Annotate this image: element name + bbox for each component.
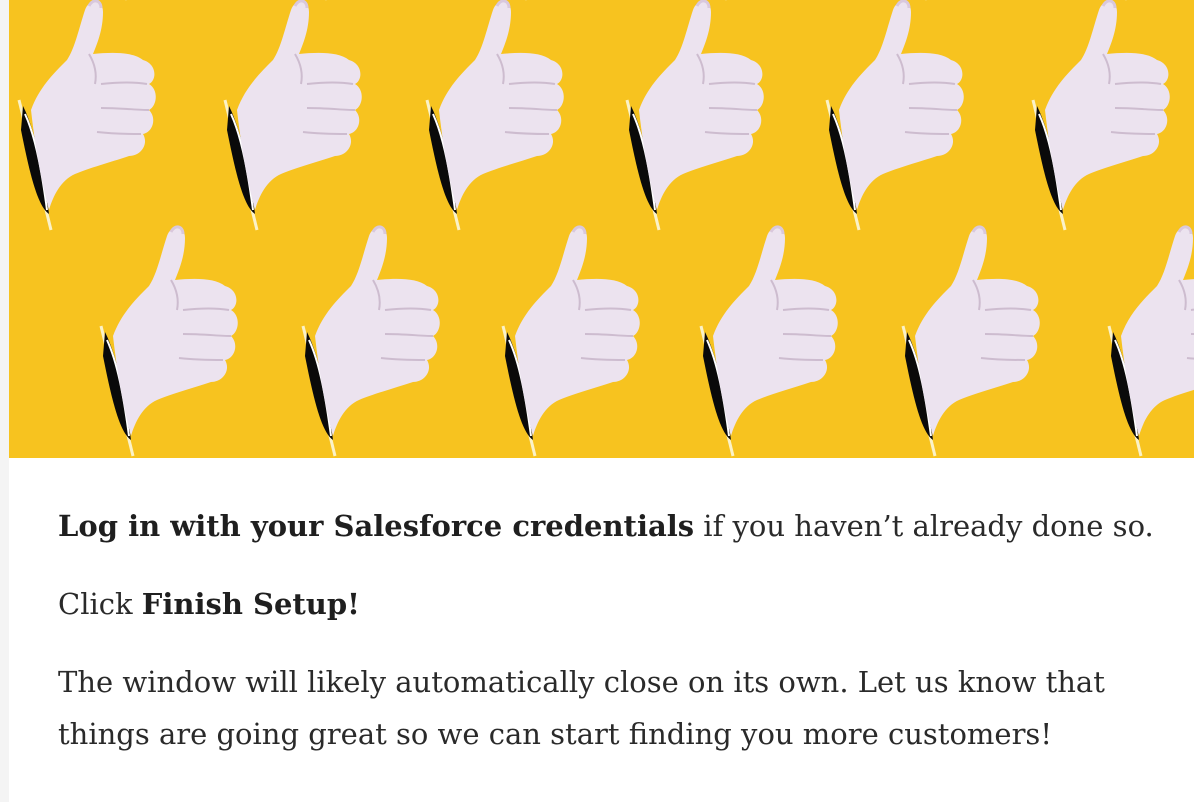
thumbs-up-icon (501, 225, 642, 458)
thumbs-up-icon (625, 0, 766, 232)
thumbs-up-icon (1031, 0, 1172, 232)
thumbs-up-pattern (17, 0, 1194, 458)
thumbs-up-icon (301, 225, 442, 458)
paragraph-window-close: The window will likely automatically clo… (58, 665, 1105, 751)
finish-setup-emphasis: Finish Setup! (141, 587, 360, 621)
thumbs-up-icon (901, 225, 1042, 458)
login-emphasis: Log in with your Salesforce credentials (58, 509, 695, 543)
thumbs-up-icon (825, 0, 966, 232)
paragraph-login: Log in with your Salesforce credentials … (58, 500, 1168, 552)
thumbs-up-icon (699, 225, 840, 458)
thumbs-up-icon (1107, 225, 1194, 458)
article-body: Log in with your Salesforce credentials … (58, 500, 1168, 786)
hero-image (9, 0, 1194, 458)
login-text: if you haven’t already done so. (694, 509, 1154, 543)
paragraph-finish-setup: Click Finish Setup! (58, 578, 1168, 630)
thumbs-up-icon (223, 0, 364, 232)
thumbs-up-icon (425, 0, 566, 232)
thumbs-up-icon (17, 0, 158, 232)
finish-setup-prefix: Click (58, 587, 142, 621)
thumbs-up-icon (99, 225, 240, 458)
article-page: Log in with your Salesforce credentials … (9, 0, 1194, 802)
